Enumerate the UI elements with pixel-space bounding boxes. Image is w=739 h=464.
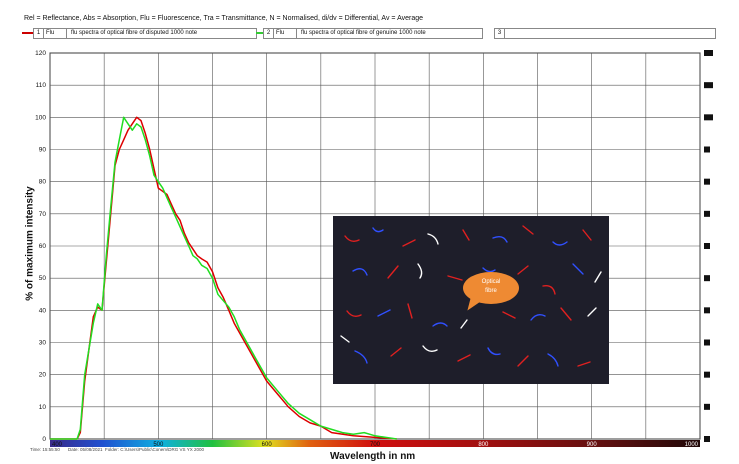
right-axis-marker [704,275,710,282]
x-tick-label: 900 [587,442,598,448]
right-axis-marker [704,339,710,346]
y-tick-label: 50 [39,275,47,282]
y-tick-label: 110 [36,82,47,89]
right-axis-marker [704,146,710,153]
y-axis-label: % of maximum intensity [24,186,36,301]
x-tick-label: 800 [478,442,489,448]
right-axis-marker [704,82,713,89]
status-folder: Folder: C:\Users\Public\Conem\DRG VS YX … [105,447,204,452]
y-tick-label: 90 [39,147,47,154]
y-tick-label: 80 [39,179,47,186]
x-axis-label: Wavelength in nm [330,451,416,462]
y-tick-label: 60 [39,243,47,250]
optical-fibre-callout: Optical fibre [463,272,519,304]
callout-line-1: Optical [481,279,501,285]
right-axis-marker [704,371,710,378]
right-axis-marker [704,243,710,249]
x-tick-label: 600 [262,442,273,448]
status-date: Date: 05/08/2021 [68,447,103,452]
y-tick-label: 70 [39,211,47,218]
status-time: Time: 15:55:50 [30,447,60,452]
y-tick-label: 0 [42,436,46,443]
right-axis-marker [704,436,710,442]
callout-line-2: fibre [485,288,497,294]
right-axis-marker [704,50,713,56]
y-tick-label: 10 [39,404,47,411]
y-tick-label: 120 [35,50,46,57]
y-tick-label: 30 [39,340,47,347]
right-axis-marker [704,114,713,121]
right-axis-marker [704,403,710,410]
y-tick-label: 100 [35,114,46,121]
right-axis-marker [704,307,710,314]
right-axis-marker [704,178,710,185]
x-tick-label: 1000 [685,442,699,448]
y-tick-label: 20 [39,372,47,379]
x-tick-label: 700 [370,442,381,448]
y-tick-label: 40 [39,307,47,314]
right-axis-marker [704,210,710,217]
